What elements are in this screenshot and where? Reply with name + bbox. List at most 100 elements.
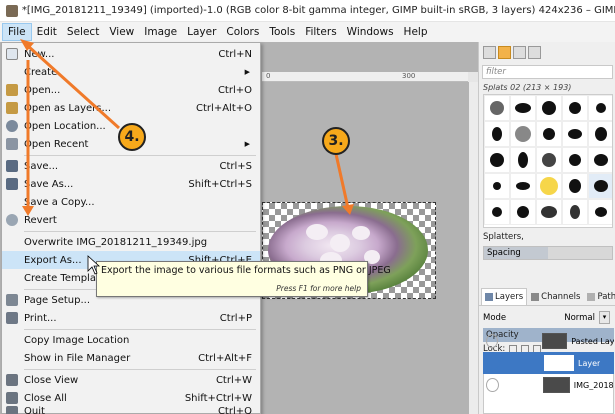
menu-file[interactable]: File [2,23,32,41]
brush-item[interactable] [484,147,510,173]
menu-help[interactable]: Help [399,24,433,40]
menu-item-close-all[interactable]: Close All Shift+Ctrl+W [2,389,260,407]
menu-item-print[interactable]: Print... Ctrl+P [2,309,260,327]
brush-icon[interactable] [483,45,496,59]
eye-icon[interactable] [486,334,498,348]
menu-item-save-copy[interactable]: Save a Copy... [2,193,260,211]
menu-image[interactable]: Image [139,24,182,40]
layer-row[interactable]: IMG_20181 [483,374,614,396]
tooltip-text: Export the image to various file formats… [101,265,391,276]
eye-icon[interactable] [486,356,500,370]
brush-item[interactable] [562,199,588,225]
layer-name: Layer [578,358,601,368]
brush-item[interactable] [510,199,536,225]
brush-item[interactable] [562,147,588,173]
gradient-icon[interactable] [513,45,526,59]
menu-view[interactable]: View [104,24,139,40]
open-layers-icon [6,102,18,114]
menu-windows[interactable]: Windows [342,24,399,40]
menu-item-save[interactable]: Save... Ctrl+S [2,157,260,175]
brush-item[interactable] [484,199,510,225]
menu-item-show-in-file-manager[interactable]: Show in File Manager Ctrl+Alt+F [2,349,260,367]
print-icon [6,312,18,324]
brush-item[interactable] [588,121,612,147]
brush-item[interactable] [536,199,562,225]
pattern-icon[interactable] [498,45,511,59]
brush-item[interactable] [536,95,562,121]
revert-icon [6,214,18,226]
ruler-tick: 300 [402,72,416,80]
mode-select[interactable]: Normal [559,313,599,323]
menu-layer[interactable]: Layer [182,24,221,40]
menu-filters[interactable]: Filters [300,24,341,40]
menu-item-copy-location[interactable]: Copy Image Location [2,331,260,349]
tab-paths[interactable]: Paths [584,288,615,305]
tab-layers[interactable]: Layers [481,288,528,305]
menu-item-open[interactable]: Open... Ctrl+O [2,81,260,99]
brush-item[interactable] [484,121,510,147]
paths-icon [587,292,596,301]
brush-item[interactable] [562,95,588,121]
layer-row-selected[interactable]: Layer [483,352,614,374]
brush-item[interactable] [484,173,510,199]
navigate-icon[interactable] [468,72,478,82]
channels-icon [531,292,540,301]
menu-colors[interactable]: Colors [221,24,264,40]
brush-item[interactable] [588,147,612,173]
brush-item[interactable] [536,147,562,173]
recent-icon [6,138,18,150]
mode-dropdown-icon[interactable]: ▾ [599,311,610,324]
menu-separator [24,231,256,232]
brush-item[interactable] [536,121,562,147]
brush-filter-input[interactable]: filter [482,65,613,79]
file-menu: New... Ctrl+N Create ▶ Open... Ctrl+O Open … [1,42,261,414]
layer-row[interactable]: Pasted Layer [483,330,614,352]
layer-thumbnail [541,333,568,349]
brush-item[interactable] [510,121,536,147]
layers-icon [485,293,493,301]
mode-row: Mode Normal ▾ [483,310,614,325]
brush-item[interactable] [510,147,536,173]
brush-item[interactable] [510,95,536,121]
brush-item[interactable] [588,199,612,225]
tab-channels[interactable]: Channels [528,288,583,305]
menu-item-open-as-layers[interactable]: Open as Layers... Ctrl+Alt+O [2,99,260,117]
brush-item[interactable] [588,95,612,121]
submenu-arrow-icon: ▶ [244,68,250,76]
dock-toolbar [479,42,615,62]
brush-item[interactable] [562,173,588,199]
font-icon[interactable] [528,45,541,59]
ruler-tick: 0 [266,72,271,80]
menu-bar: File Edit Select View Image Layer Colors… [0,22,615,42]
menu-item-revert[interactable]: Revert [2,211,260,229]
quit-icon [6,406,18,414]
menu-item-create[interactable]: Create ▶ [2,63,260,81]
brush-title: Splats 02 (213 × 193) [483,83,572,92]
menu-select[interactable]: Select [62,24,104,40]
menu-tools[interactable]: Tools [264,24,300,40]
menu-item-overwrite[interactable]: Overwrite IMG_20181211_19349.jpg [2,233,260,251]
tooltip-help: Press F1 for more help [276,284,361,293]
spacing-slider[interactable]: Spacing [483,246,613,260]
eye-icon[interactable] [486,378,499,392]
brush-item[interactable] [510,173,536,199]
menu-item-new[interactable]: New... Ctrl+N [2,45,260,63]
horizontal-ruler: 0 300 [262,72,478,82]
title-bar: *[IMG_20181211_19349] (imported)-1.0 (RG… [0,0,615,22]
brush-item[interactable] [484,95,510,121]
brush-name: Splatters, [483,232,524,242]
brush-item[interactable] [562,121,588,147]
save-as-icon [6,178,18,190]
brush-item[interactable] [536,173,562,199]
brush-item-selected[interactable] [588,173,612,199]
layer-thumbnail [542,377,570,393]
save-icon [6,160,18,172]
brush-grid[interactable] [483,94,613,228]
menu-separator [24,369,256,370]
menu-edit[interactable]: Edit [32,24,62,40]
menu-item-quit[interactable]: Quit Ctrl+Q [2,406,260,414]
menu-item-close-view[interactable]: Close View Ctrl+W [2,371,260,389]
vertical-scrollbar[interactable] [469,82,478,414]
open-folder-icon [6,84,18,96]
menu-item-save-as[interactable]: Save As... Shift+Ctrl+S [2,175,260,193]
